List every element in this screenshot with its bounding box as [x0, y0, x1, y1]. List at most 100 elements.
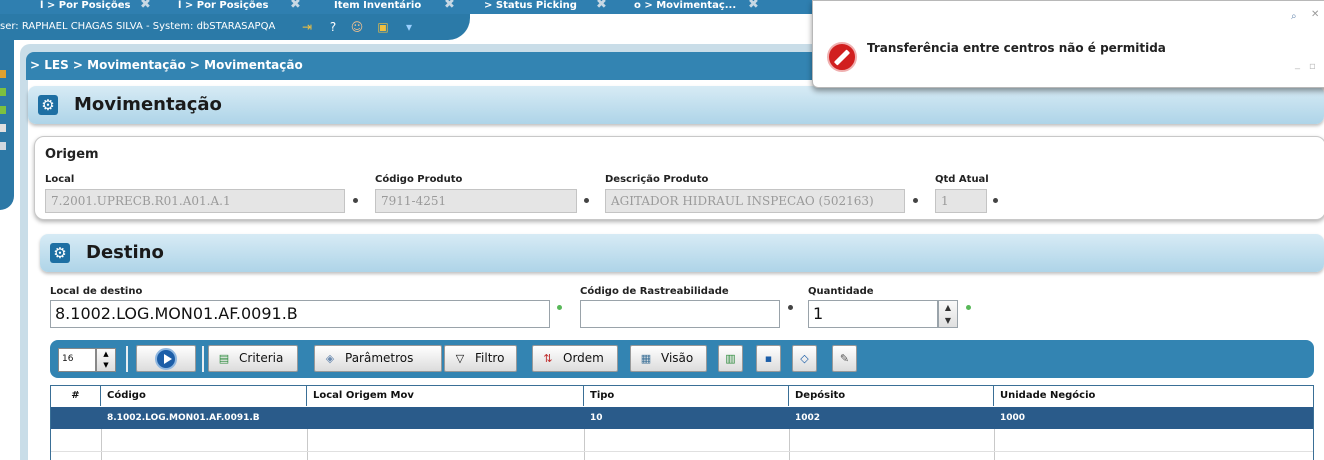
- page-size-input[interactable]: 16: [58, 348, 96, 372]
- notification-message: Transferência entre centros não é permit…: [867, 41, 1166, 55]
- ordem-button[interactable]: ⇅ Ordem: [532, 345, 618, 372]
- save-button[interactable]: ▪: [756, 345, 781, 372]
- help-icon[interactable]: ?: [326, 20, 340, 34]
- chevron-down-icon[interactable]: ▼: [939, 314, 957, 327]
- run-button[interactable]: [136, 345, 196, 372]
- page-size-stepper[interactable]: ▲ ▼: [96, 348, 116, 372]
- tab-status-picking[interactable]: > Status Picking ✖: [484, 0, 607, 14]
- table-cell: [51, 407, 101, 429]
- field-indicator: [584, 198, 589, 203]
- chevron-down-icon[interactable]: ▼: [97, 360, 115, 371]
- close-icon[interactable]: ✖: [596, 0, 607, 11]
- close-icon[interactable]: ✖: [444, 0, 455, 11]
- pencil-icon: ✎: [839, 352, 850, 365]
- sort-icon: ⇅: [543, 352, 553, 365]
- criteria-button[interactable]: ▤ Criteria: [208, 345, 298, 372]
- destino-local-label: Local de destino: [50, 286, 143, 297]
- destino-header: ⚙ Destino: [40, 234, 1324, 272]
- excel-icon: ▥: [725, 352, 736, 365]
- tab-label: l > Por Posições: [178, 0, 269, 11]
- origem-local-label: Local: [45, 174, 75, 185]
- tab-por-posicoes-1[interactable]: l > Por Posições ✖: [40, 0, 151, 14]
- menu-icon[interactable]: [0, 142, 6, 150]
- session-bar: ser: RAPHAEL CHAGAS SILVA - System: dbST…: [0, 14, 470, 40]
- chevron-up-icon[interactable]: ▲: [939, 301, 957, 314]
- menu-icon[interactable]: [0, 70, 6, 78]
- column-header[interactable]: Unidade Negócio: [994, 386, 1313, 406]
- field-indicator: [557, 305, 562, 310]
- criteria-icon: ▤: [218, 352, 230, 365]
- export-excel-button[interactable]: ▥: [718, 345, 743, 372]
- origem-card: Origem Local 7.2001.UPRECB.R01.A01.A.1 C…: [34, 136, 1324, 220]
- grid-line: [101, 429, 102, 460]
- close-icon[interactable]: ✖: [290, 0, 301, 11]
- tab-movimentacao[interactable]: o > Movimentaç... ✖: [634, 0, 759, 14]
- table-cell: 10: [590, 413, 603, 423]
- origem-local-field: 7.2001.UPRECB.R01.A01.A.1: [45, 189, 345, 213]
- gear-icon: ⚙: [50, 243, 70, 263]
- stop-icon: [827, 42, 857, 72]
- visao-button[interactable]: ▦ Visão: [630, 345, 707, 372]
- page-title: Movimentação: [74, 94, 222, 115]
- minimize-icon[interactable]: _: [1295, 59, 1300, 70]
- filter-icon: ▽: [455, 352, 465, 365]
- close-icon[interactable]: ✖: [748, 0, 759, 11]
- field-indicator: [966, 305, 971, 310]
- exit-icon[interactable]: ⇥: [300, 20, 314, 34]
- rastreabilidade-label: Código de Rastreabilidade: [580, 286, 729, 297]
- gear-icon: ⚙: [38, 95, 58, 115]
- field-indicator: [993, 198, 998, 203]
- chevron-up-icon[interactable]: ▲: [97, 349, 115, 360]
- filtro-button[interactable]: ▽ Filtro: [444, 345, 517, 372]
- grid-line: [307, 429, 308, 460]
- code-button[interactable]: ◇: [792, 345, 817, 372]
- menu-icon[interactable]: [0, 124, 6, 132]
- grid-toolbar: 16 ▲ ▼ ▤ Criteria ◈ Parâmetros ▽ Filtro …: [50, 340, 1314, 378]
- origem-qtd-label: Qtd Atual: [935, 174, 989, 185]
- table-cell: [307, 407, 584, 429]
- close-icon[interactable]: ✕: [1311, 9, 1319, 20]
- tab-label: o > Movimentaç...: [634, 0, 737, 11]
- origem-codigo-label: Código Produto: [375, 174, 463, 185]
- view-icon: ▦: [640, 352, 652, 365]
- menu-icon[interactable]: [0, 106, 6, 114]
- tab-por-posicoes-2[interactable]: l > Por Posições ✖: [178, 0, 301, 14]
- tag-icon: ◈: [325, 352, 335, 365]
- restore-icon[interactable]: ▫: [1309, 61, 1316, 72]
- ordem-label: Ordem: [563, 351, 604, 365]
- tab-item-inventario[interactable]: Item Inventário ✖: [334, 0, 455, 14]
- origem-codigo-field: 7911-4251: [375, 189, 577, 213]
- quantidade-label: Quantidade: [808, 286, 874, 297]
- quantity-stepper[interactable]: ▲ ▼: [938, 300, 958, 328]
- user-icon[interactable]: ☺: [350, 20, 364, 34]
- quantidade-input[interactable]: 1: [808, 300, 938, 328]
- menu-icon[interactable]: [0, 88, 6, 96]
- config-button[interactable]: ✎: [832, 345, 857, 372]
- lock-icon[interactable]: ▣: [376, 20, 390, 34]
- code-icon: ◇: [800, 352, 809, 365]
- origem-title: Origem: [45, 147, 99, 162]
- field-indicator: [788, 305, 793, 310]
- parametros-button[interactable]: ◈ Parâmetros: [314, 345, 442, 372]
- visao-label: Visão: [661, 351, 694, 365]
- field-indicator: [913, 198, 918, 203]
- column-header[interactable]: Local Origem Mov: [307, 386, 584, 406]
- side-menu-strip[interactable]: [0, 40, 14, 210]
- search-icon[interactable]: ⌕: [1291, 11, 1297, 22]
- column-header[interactable]: #: [51, 386, 101, 406]
- column-header[interactable]: Depósito: [789, 386, 994, 406]
- grid-line: [994, 429, 995, 460]
- save-icon: ▪: [764, 352, 773, 365]
- close-icon[interactable]: ✖: [140, 0, 151, 11]
- tab-label: l > Por Posições: [40, 0, 131, 11]
- column-header[interactable]: Tipo: [584, 386, 789, 406]
- chevron-down-icon[interactable]: ▾: [402, 20, 416, 34]
- rastreabilidade-input[interactable]: [580, 300, 780, 328]
- grid-line: [51, 451, 1313, 452]
- destino-local-input[interactable]: 8.1002.LOG.MON01.AF.0091.B: [50, 300, 550, 328]
- grid-line: [584, 429, 585, 460]
- field-indicator: [353, 198, 358, 203]
- column-header[interactable]: Código: [101, 386, 307, 406]
- table-row[interactable]: 8.1002.LOG.MON01.AF.0091.B 10 1002 1000: [51, 407, 1313, 429]
- toolbar-separator: [126, 346, 128, 372]
